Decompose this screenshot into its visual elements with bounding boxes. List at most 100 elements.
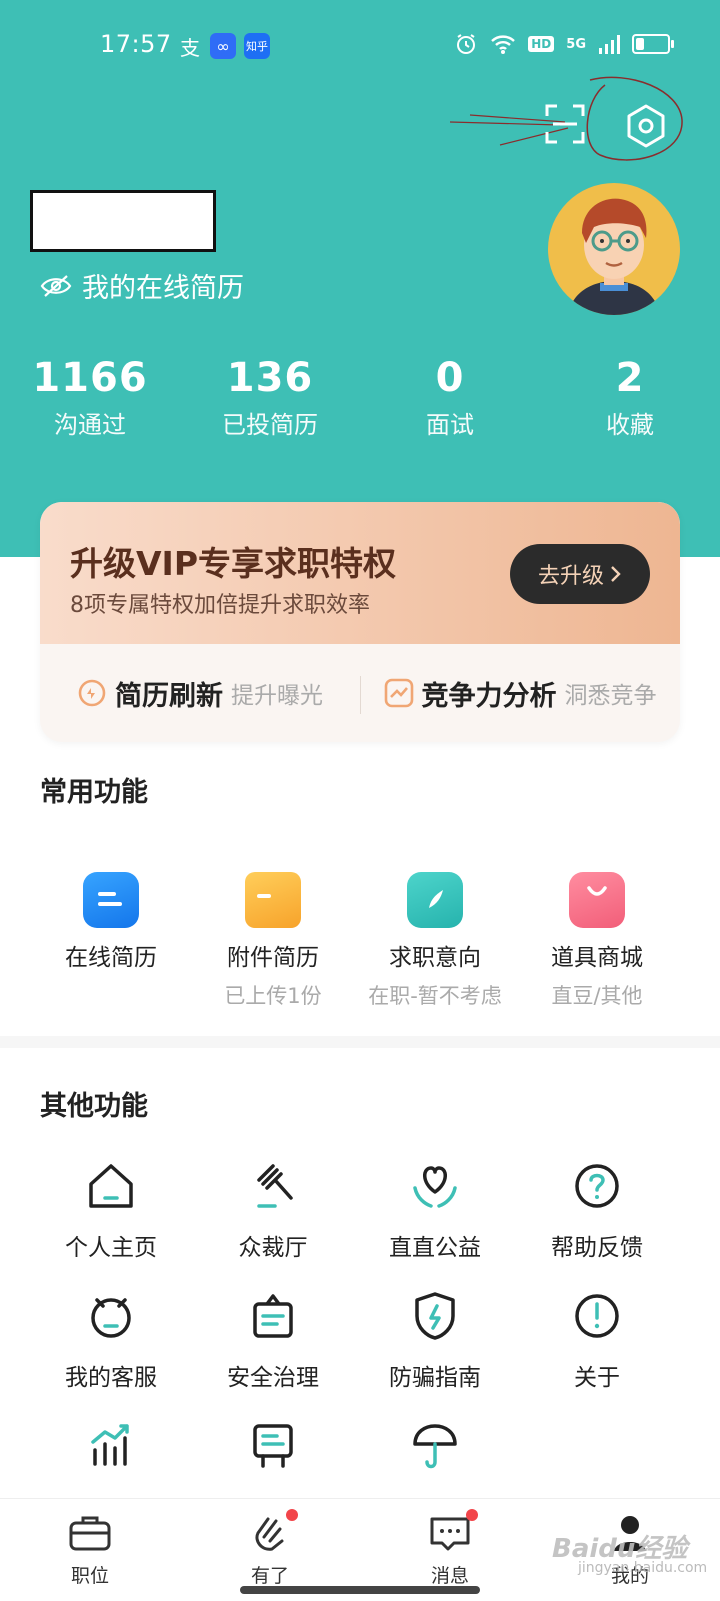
status-time: 17:57 [100,30,172,58]
stats-row: 1166 沟通过 136 已投简历 0 面试 2 收藏 [0,355,720,440]
online-resume-item[interactable]: 在线简历 [30,872,192,1010]
feature-competitiveness[interactable]: 竞争力分析 洞悉竞争 [360,674,680,713]
item-label: 安全治理 [227,1365,319,1391]
help-icon [575,1164,619,1208]
other-functions-title: 其他功能 [40,1091,148,1122]
stat-favorites[interactable]: 2 收藏 [540,355,720,440]
feature-desc: 洞悉竞争 [564,683,657,709]
help-feedback-item[interactable]: 帮助反馈 [516,1158,678,1262]
home-indicator[interactable] [240,1586,480,1594]
loop-app-icon: ∞ [210,33,236,59]
info-icon [575,1294,619,1338]
feature-resume-refresh[interactable]: 简历刷新 提升曝光 [40,674,360,713]
anti-fraud-guide-item[interactable]: 防骗指南 [354,1288,516,1392]
chat-icon [430,1517,470,1551]
avatar[interactable] [548,183,680,315]
briefcase-icon [69,1516,111,1551]
other-functions-row-1: 个人主页 众裁厅 直直公益 帮助反馈 [30,1158,678,1262]
feature-name: 简历刷新 [115,680,223,712]
upgrade-button[interactable]: 去升级 [510,544,650,604]
scan-icon[interactable] [545,104,585,144]
nav-label: 有了 [250,1565,289,1587]
nav-label: 消息 [430,1565,469,1587]
other-functions-row-3 [30,1418,678,1478]
stat-label: 面试 [426,411,474,439]
stat-applied[interactable]: 136 已投简历 [180,355,360,440]
vip-subtitle: 8项专属特权加倍提升求职效率 [70,593,370,618]
gavel-icon [257,1164,293,1208]
statistics-item[interactable] [30,1418,192,1478]
notification-dot [466,1509,478,1521]
home-icon [89,1164,133,1208]
empty-slot [516,1418,678,1478]
redacted-name [30,190,216,252]
umbrella-icon [413,1424,457,1469]
stat-value: 1166 [32,355,148,401]
wifi-icon [491,35,516,54]
item-label: 直直公益 [389,1235,481,1261]
shopping-bag-icon [569,872,625,928]
hd-badge: HD [528,36,555,52]
compass-icon [407,872,463,928]
item-label: 防骗指南 [389,1365,481,1391]
nav-label: 职位 [70,1565,109,1587]
nav-jobs[interactable]: 职位 [0,1499,180,1601]
item-label: 众裁厅 [238,1235,308,1261]
charity-item[interactable]: 直直公益 [354,1158,516,1262]
jury-hall-item[interactable]: 众裁厅 [192,1158,354,1262]
briefcase-check-icon [253,1294,293,1338]
stat-label: 沟通过 [54,411,126,439]
stat-label: 已投简历 [222,411,318,439]
item-sub: 已上传1份 [224,984,322,1008]
heart-hands-icon [413,1166,457,1208]
customer-service-item[interactable]: 我的客服 [30,1288,192,1392]
zhihu-icon: 知乎 [244,33,270,59]
online-resume-link[interactable]: 我的在线简历 [40,266,244,305]
vip-title: 升级VIP专享求职特权 [70,544,397,583]
item-label: 附件简历 [227,945,319,971]
attachment-resume-item[interactable]: 附件简历 已上传1份 [192,872,354,1010]
shield-icon [415,1292,455,1340]
item-sub: 直豆/其他 [551,984,643,1008]
insurance-item[interactable] [354,1418,516,1478]
avatar-illustration [568,198,660,315]
stat-value: 136 [226,355,314,401]
document-icon [83,872,139,928]
hand-heart-icon [255,1517,284,1551]
stat-communicated[interactable]: 1166 沟通过 [0,355,180,440]
safety-governance-item[interactable]: 安全治理 [192,1288,354,1392]
common-functions-grid: 在线简历 附件简历 已上传1份 求职意向 在职-暂不考虑 道具商城 直豆/其他 [30,872,678,1010]
item-label: 我的客服 [65,1365,157,1391]
refresh-icon [78,679,106,707]
upgrade-button-label: 去升级 [537,564,604,589]
eye-hidden-icon [40,274,72,297]
status-indicators: HD 5G [454,32,674,56]
signal-icon [599,35,620,54]
network-type: 5G [566,36,586,52]
alipay-icon: 支 [180,35,200,60]
personal-homepage-item[interactable]: 个人主页 [30,1158,192,1262]
item-label: 关于 [574,1365,620,1391]
about-item[interactable]: 关于 [516,1288,678,1392]
board-item[interactable] [192,1418,354,1478]
watermark-url: jingyan.baidu.com [578,1560,708,1576]
prop-store-item[interactable]: 道具商城 直豆/其他 [516,872,678,1010]
item-sub: 在职-暂不考虑 [368,984,502,1008]
vip-card: 升级VIP专享求职特权 8项专属特权加倍提升求职效率 去升级 简历刷新 提升曝光… [40,502,680,742]
trend-chart-icon [384,678,413,708]
item-label: 个人主页 [65,1235,157,1261]
folder-icon [245,872,301,928]
board-icon [253,1424,293,1468]
item-label: 道具商城 [551,945,643,971]
alarm-icon [457,34,476,54]
settings-icon[interactable] [624,104,668,148]
item-label: 求职意向 [389,945,481,971]
vip-features: 简历刷新 提升曝光 竞争力分析 洞悉竞争 [40,644,680,742]
notification-dot [286,1509,298,1521]
vip-banner[interactable]: 升级VIP专享求职特权 8项专属特权加倍提升求职效率 去升级 [40,502,680,644]
stat-interviews[interactable]: 0 面试 [360,355,540,440]
other-functions-row-2: 我的客服 安全治理 防骗指南 关于 [30,1288,678,1392]
feature-name: 竞争力分析 [421,680,557,712]
stat-label: 收藏 [606,411,654,439]
job-intention-item[interactable]: 求职意向 在职-暂不考虑 [354,872,516,1010]
